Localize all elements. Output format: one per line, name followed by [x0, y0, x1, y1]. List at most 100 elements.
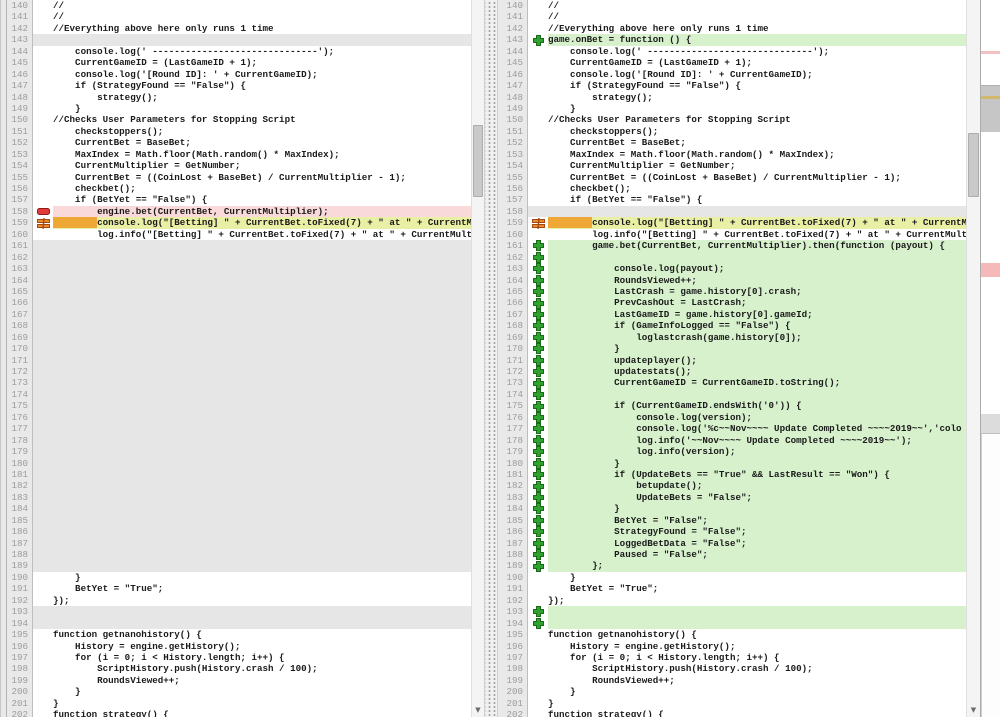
line-number: 202	[498, 709, 528, 717]
line-number: 191	[7, 583, 33, 594]
overview-changed-mark[interactable]	[981, 96, 1000, 99]
code-line: 196 History = engine.getHistory();	[7, 641, 471, 652]
diff-marker-cell	[528, 480, 548, 491]
line-number: 151	[7, 126, 33, 137]
line-number: 198	[7, 663, 33, 674]
overview-removed-mark[interactable]	[981, 263, 1000, 277]
code-line: 164 RoundsViewed++;	[498, 275, 966, 286]
code-text: console.log('[Round ID]: ' + CurrentGame…	[548, 69, 966, 80]
overview-document-area[interactable]	[981, 433, 1000, 717]
added-line-plus-icon	[533, 401, 544, 412]
line-number: 162	[498, 252, 528, 263]
code-line: 142//Everything above here only runs 1 t…	[7, 23, 471, 34]
code-text: if (CurrentGameID.endsWith('0')) {	[548, 400, 966, 411]
line-number: 178	[498, 435, 528, 446]
code-line: 165 LastCrash = game.history[0].crash;	[498, 286, 966, 297]
added-line-plus-icon	[533, 343, 544, 354]
code-text: RoundsViewed++;	[53, 675, 471, 686]
diff-marker-cell	[528, 320, 548, 331]
overview-region-band[interactable]	[981, 414, 1000, 433]
code-line: 155 CurrentBet = ((CoinLost + BaseBet) /…	[498, 172, 966, 183]
diff-marker-cell	[33, 675, 53, 686]
added-line-plus-icon	[533, 263, 544, 274]
diff-marker-cell	[33, 698, 53, 709]
code-text: BetYet = "False";	[548, 515, 966, 526]
overview-changed-mark[interactable]	[981, 51, 1000, 54]
diff-marker-cell	[528, 446, 548, 457]
left-scrollbar-thumb[interactable]	[473, 125, 483, 197]
code-line: 201}	[7, 698, 471, 709]
code-text	[53, 618, 471, 629]
left-vertical-scrollbar[interactable]: ▼	[471, 0, 484, 717]
code-line: 166	[7, 297, 471, 308]
diff-marker-cell	[528, 34, 548, 45]
code-line: 161 game.bet(CurrentBet, CurrentMultipli…	[498, 240, 966, 251]
line-number: 167	[7, 309, 33, 320]
diff-marker-cell	[33, 160, 53, 171]
added-line-plus-icon	[533, 458, 544, 469]
left-scrollbar-down-arrow-icon[interactable]: ▼	[472, 704, 484, 717]
diff-marker-cell	[33, 515, 53, 526]
code-line: 158 engine.bet(CurrentBet, CurrentMultip…	[7, 206, 471, 217]
diff-marker-cell	[528, 263, 548, 274]
code-text	[53, 446, 471, 457]
line-number: 182	[498, 480, 528, 491]
right-code-area[interactable]: 140//141//142//Everything above here onl…	[498, 0, 966, 717]
code-line: 170	[7, 343, 471, 354]
line-number: 168	[7, 320, 33, 331]
code-line: 200 }	[7, 686, 471, 697]
diff-marker-cell	[528, 194, 548, 205]
diff-marker-cell	[33, 458, 53, 469]
right-file-pane: 140//141//142//Everything above here onl…	[498, 0, 980, 717]
code-text	[53, 377, 471, 388]
diff-overview-bar[interactable]	[980, 0, 1000, 717]
line-number: 159	[498, 217, 528, 228]
right-scrollbar-thumb[interactable]	[968, 133, 979, 197]
code-text: log.info("[Betting] " + CurrentBet.toFix…	[53, 229, 471, 240]
right-scrollbar-down-arrow-icon[interactable]: ▼	[967, 704, 980, 717]
diff-marker-cell	[528, 366, 548, 377]
right-vertical-scrollbar[interactable]: ▼	[966, 0, 980, 717]
code-text	[53, 297, 471, 308]
pane-splitter-handle[interactable]	[484, 0, 498, 717]
left-code-area[interactable]: 140//141//142//Everything above here onl…	[7, 0, 471, 717]
code-text: BetYet = "True";	[548, 583, 966, 594]
diff-marker-cell	[33, 240, 53, 251]
code-line: 156 checkbet();	[498, 183, 966, 194]
code-text: //	[53, 11, 471, 22]
line-number: 152	[7, 137, 33, 148]
code-text: CurrentBet = BaseBet;	[548, 137, 966, 148]
line-number: 161	[7, 240, 33, 251]
code-text: CurrentGameID = CurrentGameID.toString()…	[548, 377, 966, 388]
line-number: 197	[498, 652, 528, 663]
diff-marker-cell	[33, 46, 53, 57]
added-line-plus-icon	[533, 309, 544, 320]
code-line: 140//	[498, 0, 966, 11]
line-number: 161	[498, 240, 528, 251]
line-number: 175	[498, 400, 528, 411]
line-number: 170	[7, 343, 33, 354]
line-number: 156	[7, 183, 33, 194]
diff-marker-cell	[33, 583, 53, 594]
diff-marker-cell	[33, 263, 53, 274]
code-text: }	[548, 686, 966, 697]
code-text: checkstoppers();	[53, 126, 471, 137]
code-line: 190 }	[7, 572, 471, 583]
overview-region-band[interactable]	[981, 85, 1000, 132]
diff-marker-cell	[528, 57, 548, 68]
diff-marker-cell	[528, 114, 548, 125]
code-line: 151 checkstoppers();	[7, 126, 471, 137]
code-text	[548, 389, 966, 400]
code-line: 159 console.log("[Betting] " + CurrentBe…	[7, 217, 471, 228]
code-line: 192});	[7, 595, 471, 606]
code-line: 147 if (StrategyFound == "False") {	[7, 80, 471, 91]
code-line: 189	[7, 560, 471, 571]
code-text	[53, 286, 471, 297]
code-text: LastCrash = game.history[0].crash;	[548, 286, 966, 297]
line-number: 190	[7, 572, 33, 583]
line-number: 169	[498, 332, 528, 343]
line-number: 159	[7, 217, 33, 228]
diff-marker-cell	[33, 343, 53, 354]
code-line: 162	[7, 252, 471, 263]
code-text: History = engine.getHistory();	[548, 641, 966, 652]
